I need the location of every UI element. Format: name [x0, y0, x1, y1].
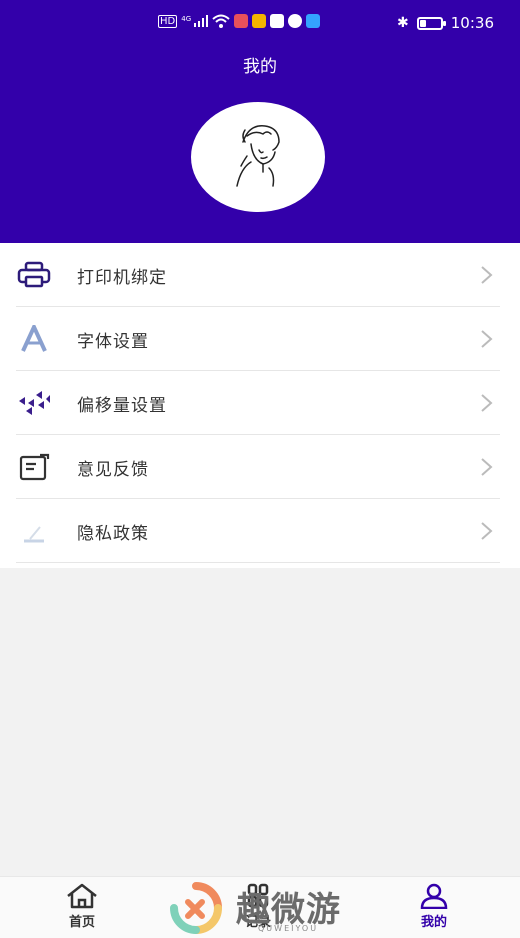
tab-profile[interactable]: 我的 — [404, 883, 464, 930]
profile-header: HD 4G ✱ 10:36 我的 — [0, 0, 520, 243]
avatar[interactable] — [191, 102, 325, 212]
offset-icon — [16, 389, 52, 417]
tab-label: 我的 — [420, 915, 447, 930]
watermark: 趣微游 QUWEIYOU — [168, 880, 358, 936]
divider — [16, 562, 500, 563]
watermark-logo — [170, 882, 222, 934]
home-icon — [67, 883, 97, 909]
hd-icon: HD — [158, 14, 178, 28]
menu-item-feedback[interactable]: 意见反馈 — [0, 435, 520, 499]
avatar-illustration — [236, 125, 280, 187]
app-red-icon — [234, 14, 248, 28]
signal-4g-icon: 4G — [181, 15, 208, 27]
printer-icon — [16, 261, 52, 289]
menu-item-printer-binding[interactable]: 打印机绑定 — [0, 243, 520, 307]
settings-menu: 打印机绑定 字体设置 偏移量设置 意见反馈 隐私政策 — [0, 243, 520, 568]
chevron-right-icon — [481, 330, 493, 348]
menu-item-privacy-policy[interactable]: 隐私政策 — [0, 499, 520, 563]
menu-item-font-settings[interactable]: 字体设置 — [0, 307, 520, 371]
menu-item-offset-settings[interactable]: 偏移量设置 — [0, 371, 520, 435]
chevron-right-icon — [481, 266, 493, 284]
font-icon — [16, 325, 52, 353]
battery-icon — [416, 16, 446, 30]
bluetooth-icon: ✱ — [397, 15, 409, 31]
menu-item-label: 字体设置 — [77, 332, 149, 352]
qq-icon — [306, 14, 320, 28]
menu-item-label: 偏移量设置 — [77, 396, 167, 416]
feedback-icon — [16, 453, 52, 481]
status-icons-left: HD 4G — [158, 14, 320, 28]
chat-bubble-icon — [288, 14, 302, 28]
status-icons-right: ✱ 10:36 — [397, 14, 494, 32]
watermark-subtext: QUWEIYOU — [258, 924, 319, 933]
status-bar: HD 4G ✱ 10:36 — [0, 12, 520, 38]
menu-item-label: 打印机绑定 — [77, 268, 167, 288]
menu-item-label: 隐私政策 — [77, 524, 149, 544]
status-time: 10:36 — [450, 14, 494, 32]
chevron-right-icon — [481, 394, 493, 412]
profile-icon — [420, 883, 448, 909]
wifi-icon — [212, 14, 230, 28]
weibo-icon — [252, 14, 266, 28]
chevron-right-icon — [481, 522, 493, 540]
page-title: 我的 — [243, 57, 277, 77]
chevron-right-icon — [481, 458, 493, 476]
app-blue-icon — [270, 14, 284, 28]
privacy-icon — [16, 517, 52, 545]
tab-label: 首页 — [68, 915, 95, 930]
menu-item-label: 意见反馈 — [77, 460, 149, 480]
tab-home[interactable]: 首页 — [52, 883, 112, 930]
